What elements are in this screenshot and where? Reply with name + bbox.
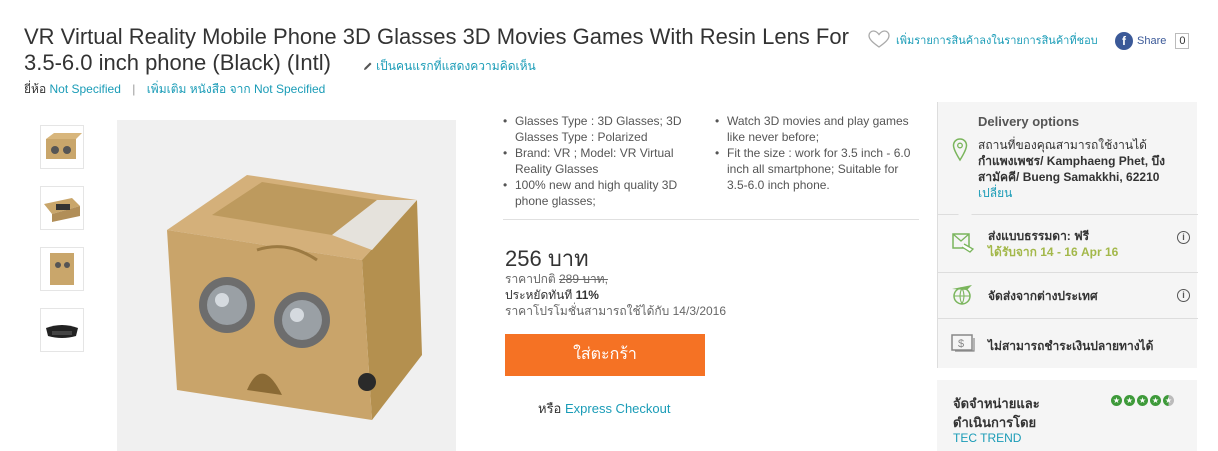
vr-glasses-thumbnail-image xyxy=(46,325,78,338)
divider xyxy=(938,214,1198,215)
write-review-label: เป็นคนแรกที่แสดงความคิดเห็น xyxy=(376,59,536,73)
promo-validity: ราคาโปรโมชั่นสามารถใช้ได้กับ 14/3/2016 xyxy=(505,304,727,318)
change-location-link[interactable]: เปลี่ยน xyxy=(978,185,1193,201)
savings-line: ประหยัดทันที 11% xyxy=(505,287,726,303)
write-review-link[interactable]: เป็นคนแรกที่แสดงความคิดเห็น xyxy=(363,59,536,73)
seller-panel: จัดจำหน่ายและดำเนินการโดย ★ ★ ★ ★ ★ TEC … xyxy=(937,380,1197,451)
standard-delivery-label: ส่งแบบธรรมดา: ฟรี xyxy=(988,229,1090,243)
info-icon[interactable]: i xyxy=(1177,231,1190,244)
facebook-icon: f xyxy=(1115,32,1133,50)
delivery-options-panel: Delivery options สถานที่ของคุณสามารถใช้ง… xyxy=(937,102,1198,368)
location-address: กำแพงเพชร/ Kamphaeng Phet, บึงสามัคคี/ B… xyxy=(978,154,1165,184)
overseas-shipping-label: จัดส่งจากต่างประเทศ xyxy=(988,289,1098,303)
overseas-shipping-row: จัดส่งจากต่างประเทศ i xyxy=(938,272,1198,318)
pricing-details: ราคาปกติ 289 บาท, ประหยัดทันที 11% ราคาโ… xyxy=(505,271,726,319)
regular-price-line: ราคาปกติ 289 บาท, xyxy=(505,271,726,287)
star-icon: ★ xyxy=(1124,395,1135,406)
heart-icon xyxy=(868,30,890,48)
add-to-wishlist[interactable]: เพิ่มรายการสินค้าลงในรายการสินค้าที่ชอบ xyxy=(868,30,1098,49)
standard-delivery-text: ส่งแบบธรรมดา: ฟรี ได้รับจาก 14 - 16 Apr … xyxy=(988,228,1118,260)
location-intro: สถานที่ของคุณสามารถใช้งานได้ xyxy=(978,138,1147,152)
product-title-block: VR Virtual Reality Mobile Phone 3D Glass… xyxy=(24,24,854,79)
brand-line: ยี่ห้อ Not Specified | เพิ่มเติม หนังสือ… xyxy=(24,80,325,99)
thumbnail-3[interactable] xyxy=(40,247,84,291)
thumbnail-2[interactable] xyxy=(40,186,84,230)
vr-box-back-thumbnail-image xyxy=(50,253,74,285)
seller-name-link[interactable]: TEC TREND xyxy=(953,431,1021,445)
delivery-location: สถานที่ของคุณสามารถใช้งานได้ กำแพงเพชร/ … xyxy=(978,137,1193,201)
highlights-column-2: Watch 3D movies and play games like neve… xyxy=(715,113,918,209)
star-icon: ★ xyxy=(1137,395,1148,406)
delivery-box-icon xyxy=(952,233,975,253)
divider xyxy=(503,219,919,220)
thumbnail-1[interactable] xyxy=(40,125,84,169)
standard-delivery-date: ได้รับจาก 14 - 16 Apr 16 xyxy=(988,245,1119,259)
delivery-title: Delivery options xyxy=(978,114,1080,129)
facebook-share[interactable]: f Share 0 xyxy=(1115,32,1190,50)
star-icon: ★ xyxy=(1150,395,1161,406)
more-from-brand-link[interactable]: เพิ่มเติม หนังสือ จาก Not Specified xyxy=(147,82,326,96)
brand-separator: | xyxy=(132,82,136,96)
thumbnail-4[interactable] xyxy=(40,308,84,352)
svg-text:$: $ xyxy=(958,338,964,350)
or-label: หรือ xyxy=(538,401,562,416)
info-icon[interactable]: i xyxy=(1177,289,1190,302)
share-label: Share xyxy=(1137,35,1167,47)
highlights-column-1: Glasses Type : 3D Glasses; 3D Glasses Ty… xyxy=(503,113,715,209)
seller-rating: ★ ★ ★ ★ ★ xyxy=(1111,395,1176,406)
highlight-item: Glasses Type : 3D Glasses; 3D Glasses Ty… xyxy=(503,113,707,145)
savings-value: 11% xyxy=(575,288,599,302)
main-product-image[interactable] xyxy=(117,120,456,451)
thumbnail-list xyxy=(40,125,84,369)
pencil-icon xyxy=(364,62,372,70)
star-half-icon: ★ xyxy=(1163,395,1174,406)
star-icon: ★ xyxy=(1111,395,1122,406)
highlight-item: Watch 3D movies and play games like neve… xyxy=(715,113,918,145)
globe-plane-icon xyxy=(952,285,972,305)
express-checkout-link[interactable]: Express Checkout xyxy=(565,401,671,416)
share-count: 0 xyxy=(1175,33,1190,49)
cod-label: ไม่สามารถชำระเงินปลายทางได้ xyxy=(988,339,1154,353)
vr-box-open-thumbnail-image xyxy=(44,198,80,222)
product-highlights: Glasses Type : 3D Glasses; 3D Glasses Ty… xyxy=(503,113,918,209)
standard-delivery-row: ส่งแบบธรรมดา: ฟรี ได้รับจาก 14 - 16 Apr … xyxy=(938,220,1198,278)
add-to-cart-button[interactable]: ใส่ตะกร้า xyxy=(505,334,705,376)
more-from-label: เพิ่มเติม หนังสือ จาก xyxy=(146,82,251,96)
highlight-item: 100% new and high quality 3D phone glass… xyxy=(503,177,707,209)
brand-link[interactable]: Not Specified xyxy=(50,82,121,96)
regular-price-label: ราคาปกติ xyxy=(505,272,556,286)
cash-icon: $ xyxy=(951,334,975,352)
savings-label: ประหยัดทันที xyxy=(505,288,573,302)
seller-label: จัดจำหน่ายและดำเนินการโดย xyxy=(953,396,1040,430)
regular-price-value: 289 บาท, xyxy=(558,272,608,286)
wishlist-label: เพิ่มรายการสินค้าลงในรายการสินค้าที่ชอบ xyxy=(896,34,1098,47)
vr-box-thumbnail-image xyxy=(46,133,82,159)
cod-row: $ ไม่สามารถชำระเงินปลายทางได้ xyxy=(938,318,1198,368)
brand-label: ยี่ห้อ xyxy=(24,82,47,96)
location-pin-icon xyxy=(952,138,968,162)
vr-cardboard-image xyxy=(117,120,456,451)
highlight-item: Brand: VR ; Model: VR Virtual Reality Gl… xyxy=(503,145,707,177)
express-checkout-line: หรือ Express Checkout xyxy=(538,398,670,419)
highlight-item: Fit the size : work for 3.5 inch - 6.0 i… xyxy=(715,145,918,193)
more-from-value: Not Specified xyxy=(253,82,326,96)
